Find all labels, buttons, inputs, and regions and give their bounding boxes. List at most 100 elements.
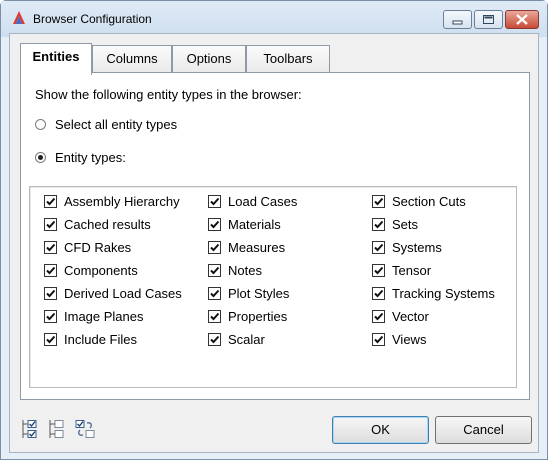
entity-checkbox-row[interactable]: Measures [208,236,297,259]
entities-panel: Show the following entity types in the b… [20,72,530,400]
entity-checkbox[interactable] [372,195,385,208]
entity-checkbox[interactable] [372,287,385,300]
entity-type-list: Assembly Hierarchy Cached results CFD Rake… [29,186,517,388]
entity-checkbox[interactable] [44,195,57,208]
entity-checkbox-row[interactable]: Scalar [208,328,297,351]
entity-checkbox-row[interactable]: Vector [372,305,495,328]
window-title: Browser Configuration [33,12,152,26]
title-bar[interactable]: Browser Configuration [1,1,547,37]
entity-checkbox-label: Tracking Systems [392,286,495,301]
select-all-radio-row[interactable]: Select all entity types [35,117,177,132]
entity-checkbox-row[interactable]: Systems [372,236,495,259]
entity-checkbox[interactable] [44,287,57,300]
entity-checkbox[interactable] [44,218,57,231]
cancel-button[interactable]: Cancel [435,416,532,444]
entity-column-1: Assembly Hierarchy Cached results CFD Rake… [44,190,182,351]
entity-checkbox-label: Section Cuts [392,194,466,209]
checkmark-icon [46,197,56,206]
entity-column-2: Load Cases Materials Measures Notes Plot Sty… [208,190,297,351]
entity-checkbox-row[interactable]: Tracking Systems [372,282,495,305]
checkmark-icon [46,312,56,321]
entity-checkbox-label: Load Cases [228,194,298,209]
close-button[interactable] [505,10,539,29]
entity-checkbox-row[interactable]: Views [372,328,495,351]
checkmark-icon [46,289,56,298]
entity-checkbox[interactable] [208,241,221,254]
entity-checkbox-row[interactable]: Materials [208,213,297,236]
tab-options[interactable]: Options [172,45,246,73]
invert-selection-icon[interactable] [74,418,96,440]
uncheck-all-icon[interactable] [47,418,69,440]
entity-checkbox-label: Assembly Hierarchy [64,194,180,209]
entity-checkbox[interactable] [44,264,57,277]
entity-checkbox[interactable] [372,310,385,323]
select-all-label: Select all entity types [55,117,178,132]
checkmark-icon [374,335,384,344]
entity-checkbox-row[interactable]: Plot Styles [208,282,297,305]
checkmark-icon [210,312,220,321]
entity-checkbox-label: Components [64,263,138,278]
maximize-icon [483,15,494,24]
checkmark-icon [210,266,220,275]
tab-columns[interactable]: Columns [92,45,172,73]
entity-checkbox-row[interactable]: Sets [372,213,495,236]
tab-entities[interactable]: Entities [20,43,92,75]
checkmark-icon [46,220,56,229]
entity-checkbox[interactable] [208,218,221,231]
checkmark-icon [374,243,384,252]
entity-checkbox-label: Sets [392,217,419,232]
entity-checkbox[interactable] [44,310,57,323]
dialog-client-area: Entities Columns Options Toolbars Show t… [9,33,539,453]
entity-checkbox-row[interactable]: Tensor [372,259,495,282]
entity-checkbox[interactable] [372,218,385,231]
checkmark-icon [210,289,220,298]
checkmark-icon [46,243,56,252]
entity-checkbox-label: Tensor [392,263,432,278]
entity-checkbox-row[interactable]: Cached results [44,213,182,236]
entity-checkbox[interactable] [208,195,221,208]
entity-checkbox-row[interactable]: CFD Rakes [44,236,182,259]
entity-checkbox-row[interactable]: Derived Load Cases [44,282,182,305]
entity-checkbox-label: Properties [228,309,288,324]
entity-checkbox-row[interactable]: Components [44,259,182,282]
entity-checkbox-row[interactable]: Properties [208,305,297,328]
entity-checkbox[interactable] [372,264,385,277]
entity-types-label: Entity types: [55,150,126,165]
entity-checkbox[interactable] [44,333,57,346]
entity-checkbox-row[interactable]: Assembly Hierarchy [44,190,182,213]
entity-checkbox-row[interactable]: Section Cuts [372,190,495,213]
entity-checkbox-label: Systems [392,240,442,255]
entity-checkbox[interactable] [208,333,221,346]
checkmark-icon [374,197,384,206]
close-icon [516,14,528,25]
entity-column-3: Section Cuts Sets Systems Tensor Tracking Sy… [372,190,495,351]
entity-checkbox[interactable] [372,241,385,254]
entity-checkbox-row[interactable]: Image Planes [44,305,182,328]
entity-types-radio-row[interactable]: Entity types: [35,150,126,165]
entity-checkbox-row[interactable]: Load Cases [208,190,297,213]
entity-checkbox-label: Image Planes [64,309,144,324]
checkmark-icon [46,266,56,275]
minimize-button[interactable] [443,10,472,29]
entity-checkbox[interactable] [208,264,221,277]
entity-checkbox-label: Include Files [64,332,137,347]
entity-checkbox-label: Vector [392,309,429,324]
select-all-radio[interactable] [35,119,46,130]
entity-checkbox[interactable] [372,333,385,346]
ok-button[interactable]: OK [332,416,429,444]
entity-checkbox[interactable] [44,241,57,254]
entity-checkbox-row[interactable]: Include Files [44,328,182,351]
check-all-icon[interactable] [20,418,42,440]
entity-checkbox-row[interactable]: Notes [208,259,297,282]
entity-types-radio[interactable] [35,152,46,163]
entity-checkbox-label: Plot Styles [228,286,290,301]
entity-checkbox-label: Scalar [228,332,265,347]
minimize-icon [452,20,463,25]
entity-checkbox[interactable] [208,310,221,323]
maximize-button[interactable] [474,10,503,29]
checkmark-icon [46,335,56,344]
entity-checkbox[interactable] [208,287,221,300]
entity-checkbox-label: Views [392,332,427,347]
entity-checkbox-label: Notes [228,263,262,278]
tab-toolbars[interactable]: Toolbars [246,45,330,73]
